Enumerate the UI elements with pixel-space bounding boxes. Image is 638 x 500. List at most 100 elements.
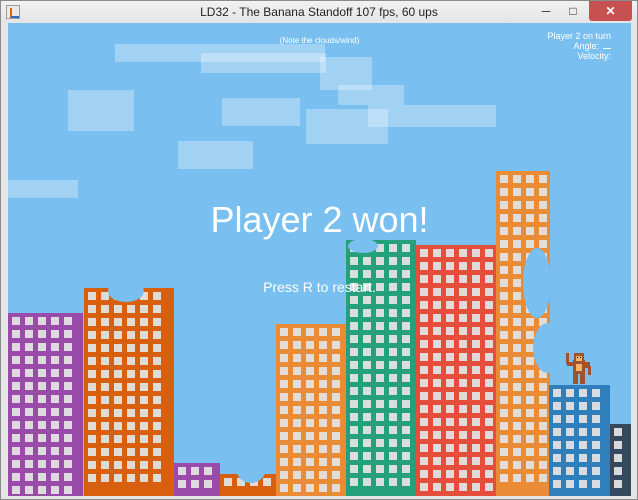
building-window [306, 432, 314, 440]
building-window [88, 474, 96, 482]
building-window [433, 262, 441, 270]
explosion-crater [108, 280, 144, 302]
building-window [140, 344, 148, 352]
building-window [51, 434, 59, 442]
building-window [140, 461, 148, 469]
building-window [566, 467, 574, 475]
building-window [64, 382, 72, 390]
building-window [433, 457, 441, 465]
building-window [553, 454, 561, 462]
building-window [319, 380, 327, 388]
building-window [539, 448, 547, 456]
building-window [140, 357, 148, 365]
building-window [88, 331, 96, 339]
building-window [485, 418, 493, 426]
building-window [332, 380, 340, 388]
building-window [101, 474, 109, 482]
building-window [114, 461, 122, 469]
building-window [51, 317, 59, 325]
building-window [472, 457, 480, 465]
building-window [363, 400, 371, 408]
building-window [101, 448, 109, 456]
building-window [433, 353, 441, 361]
building-window [306, 406, 314, 414]
building-window [579, 480, 587, 488]
maximize-button[interactable]: □ [560, 1, 586, 21]
building-window [51, 369, 59, 377]
building-window [127, 422, 135, 430]
close-button[interactable]: ✕ [589, 1, 632, 21]
angle-label: Angle: [573, 41, 599, 51]
building-window [420, 483, 428, 491]
angle-input-cursor[interactable] [603, 48, 611, 49]
building-window [500, 331, 508, 339]
building-window [485, 366, 493, 374]
building-window [420, 431, 428, 439]
building-window [389, 335, 397, 343]
building-window [459, 444, 467, 452]
explosion-crater [523, 248, 551, 318]
building-window [402, 257, 410, 265]
building-window [500, 435, 508, 443]
game-canvas[interactable]: (Note the clouds/wind) Player 2 on turn … [8, 23, 631, 496]
building-window [592, 428, 600, 436]
building-window [38, 356, 46, 364]
building-window [363, 465, 371, 473]
building-window [127, 357, 135, 365]
building-window [319, 328, 327, 336]
building-window [319, 393, 327, 401]
building-window [140, 474, 148, 482]
building-window [51, 382, 59, 390]
building-window [433, 483, 441, 491]
building-slate [610, 424, 631, 496]
building-window [579, 402, 587, 410]
building-window [64, 369, 72, 377]
building-window [433, 327, 441, 335]
minimize-button[interactable]: ─ [533, 1, 559, 21]
building-window [12, 343, 20, 351]
building-window [513, 240, 521, 248]
building-window [485, 483, 493, 491]
building-window [140, 409, 148, 417]
building-window [332, 367, 340, 375]
building-window [446, 262, 454, 270]
building-window [485, 262, 493, 270]
building-window [280, 367, 288, 375]
cloud [338, 85, 404, 105]
building-window [25, 330, 33, 338]
building-window [446, 379, 454, 387]
building-window [88, 422, 96, 430]
building-window [526, 474, 534, 482]
building-window [280, 380, 288, 388]
building-window [12, 421, 20, 429]
building-window [88, 435, 96, 443]
building-window [459, 366, 467, 374]
building-window [389, 478, 397, 486]
cloud [201, 53, 326, 73]
building-window [153, 344, 161, 352]
building-window [526, 370, 534, 378]
building-window [485, 340, 493, 348]
building-window [280, 341, 288, 349]
building-window [402, 439, 410, 447]
building-window [153, 318, 161, 326]
building-window [293, 419, 301, 427]
building-window [402, 244, 410, 252]
building-window [12, 382, 20, 390]
building-window [513, 435, 521, 443]
building-window [402, 387, 410, 395]
building-window [513, 370, 521, 378]
building-window [592, 467, 600, 475]
building-window [64, 317, 72, 325]
title-bar[interactable]: LD32 - The Banana Standoff 107 fps, 60 u… [1, 1, 637, 23]
building-window [513, 175, 521, 183]
building-window [153, 331, 161, 339]
building-window [472, 418, 480, 426]
building-window [566, 415, 574, 423]
building-window [178, 480, 186, 488]
building-window [64, 395, 72, 403]
building-window [319, 354, 327, 362]
building-window [539, 240, 547, 248]
building-window [293, 432, 301, 440]
building-window [526, 448, 534, 456]
